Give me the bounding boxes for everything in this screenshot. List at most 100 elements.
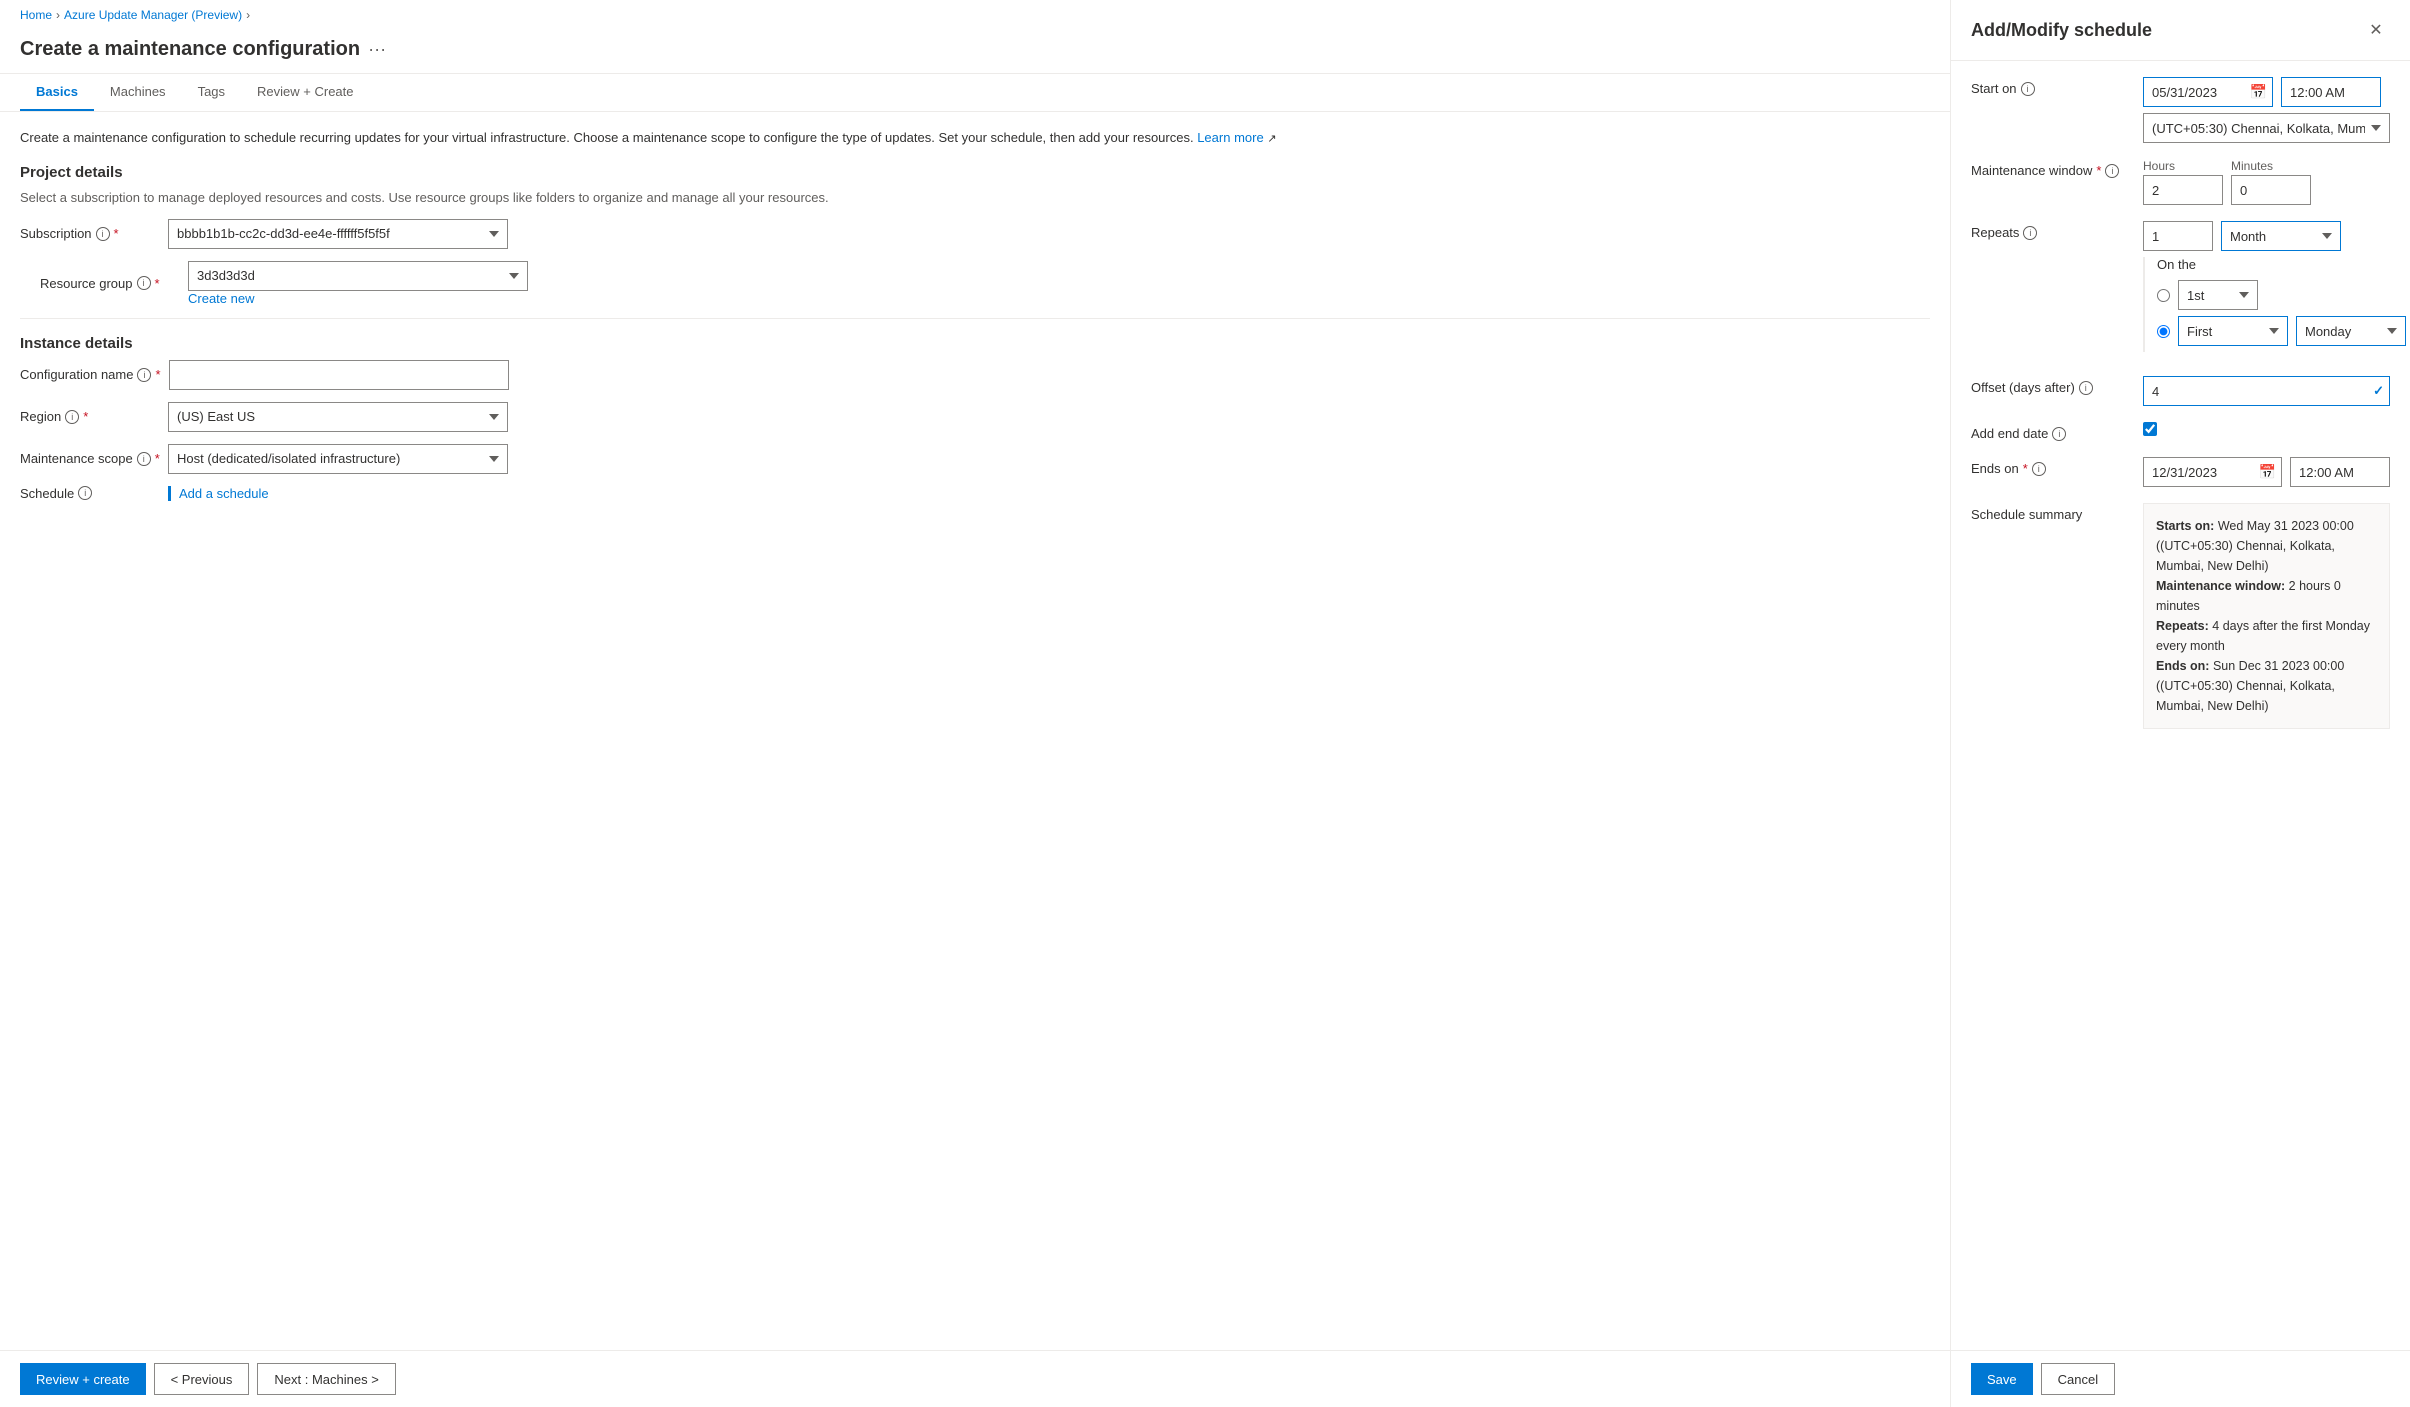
page-menu-icon[interactable]: ··· — [368, 39, 386, 60]
on-the-date-radio[interactable] — [2157, 289, 2170, 302]
breadcrumb-sep1: › — [56, 8, 60, 22]
on-the-label: On the — [2157, 257, 2406, 272]
region-label: Region i * — [20, 409, 160, 424]
start-on-controls: 📅 (UTC+05:30) Chennai, Kolkata, Mumbai, … — [2143, 77, 2390, 143]
calendar-icon[interactable]: 📅 — [2250, 84, 2267, 101]
form-area: Create a maintenance configuration to sc… — [0, 112, 1950, 1350]
schedule-label: Schedule i — [20, 486, 160, 501]
summary-repeats-label: Repeats: — [2156, 619, 2209, 633]
ends-on-required: * — [2023, 461, 2028, 476]
hours-input[interactable] — [2143, 175, 2223, 205]
maintenance-window-label: Maintenance window * i — [1971, 159, 2131, 178]
tab-machines[interactable]: Machines — [94, 74, 182, 111]
on-the-date-radio-row: 1st 2nd 3rd Last — [2157, 280, 2406, 310]
offset-input[interactable] — [2143, 376, 2390, 406]
resource-group-info-icon[interactable]: i — [137, 276, 151, 290]
maintenance-scope-required: * — [155, 451, 160, 466]
region-info-icon[interactable]: i — [65, 410, 79, 424]
hours-label: Hours — [2143, 159, 2223, 173]
maintenance-scope-select[interactable]: Host (dedicated/isolated infrastructure) — [168, 444, 508, 474]
offset-controls: ✓ — [2143, 376, 2390, 406]
external-link-icon: ↗ — [1267, 133, 1276, 145]
config-name-row: Configuration name i * — [20, 360, 1930, 390]
maintenance-scope-info-icon[interactable]: i — [137, 452, 151, 466]
previous-button[interactable]: < Previous — [154, 1363, 250, 1395]
subscription-control: bbbb1b1b-cc2c-dd3d-ee4e-ffffff5f5f5f — [168, 219, 508, 249]
subscription-select[interactable]: bbbb1b1b-cc2c-dd3d-ee4e-ffffff5f5f5f — [168, 219, 508, 249]
on-the-day-radio-row: First Second Third Fourth Last Monday Tu… — [2157, 316, 2406, 346]
subscription-row: Subscription i * bbbb1b1b-cc2c-dd3d-ee4e… — [20, 219, 1930, 249]
breadcrumb-home[interactable]: Home — [20, 8, 52, 22]
maintenance-scope-row: Maintenance scope i * Host (dedicated/is… — [20, 444, 1930, 474]
add-end-date-checkbox[interactable] — [2143, 422, 2157, 436]
ends-on-info-icon[interactable]: i — [2032, 462, 2046, 476]
review-create-button[interactable]: Review + create — [20, 1363, 146, 1395]
schedule-summary-block: Starts on: Wed May 31 2023 00:00 ((UTC+0… — [2143, 503, 2390, 729]
config-name-info-icon[interactable]: i — [137, 368, 151, 382]
add-end-date-checkbox-row — [2143, 422, 2390, 436]
mw-required: * — [2096, 163, 2101, 178]
minutes-input[interactable] — [2231, 175, 2311, 205]
add-end-date-label: Add end date i — [1971, 422, 2131, 441]
maintenance-scope-control: Host (dedicated/isolated infrastructure) — [168, 444, 508, 474]
save-button[interactable]: Save — [1971, 1363, 2033, 1395]
offset-input-wrap: ✓ — [2143, 376, 2390, 406]
resource-group-select[interactable]: 3d3d3d3d — [188, 261, 528, 291]
description-text: Create a maintenance configuration to sc… — [20, 130, 1194, 145]
minutes-group: Minutes — [2231, 159, 2311, 205]
start-on-label: Start on i — [1971, 77, 2131, 96]
breadcrumb-azure[interactable]: Azure Update Manager (Preview) — [64, 8, 242, 22]
maintenance-scope-label: Maintenance scope i * — [20, 451, 160, 466]
subscription-required: * — [114, 226, 119, 241]
resource-group-label: Resource group i * — [40, 276, 180, 291]
tab-basics[interactable]: Basics — [20, 74, 94, 111]
project-details-title: Project details — [20, 164, 1930, 181]
subscription-info-icon[interactable]: i — [96, 227, 110, 241]
offset-info-icon[interactable]: i — [2079, 381, 2093, 395]
learn-more-link[interactable]: Learn more — [1197, 130, 1263, 145]
region-required: * — [83, 409, 88, 424]
add-end-date-info-icon[interactable]: i — [2052, 427, 2066, 441]
repeats-unit-select[interactable]: Month — [2221, 221, 2341, 251]
tab-review-create[interactable]: Review + Create — [241, 74, 369, 111]
subscription-label: Subscription i * — [20, 226, 160, 241]
instance-details-title: Instance details — [20, 335, 1930, 352]
repeats-input-row: Month — [2143, 221, 2406, 251]
on-the-date-select[interactable]: 1st 2nd 3rd Last — [2178, 280, 2258, 310]
on-the-day-first-select[interactable]: First Second Third Fourth Last — [2178, 316, 2288, 346]
region-row: Region i * (US) East US — [20, 402, 1930, 432]
create-new-link[interactable]: Create new — [188, 291, 254, 306]
on-the-day-select[interactable]: Monday Tuesday Wednesday Thursday Friday… — [2296, 316, 2406, 346]
repeats-label: Repeats i — [1971, 221, 2131, 240]
repeats-number-input[interactable] — [2143, 221, 2213, 251]
maintenance-window-controls: Hours Minutes — [2143, 159, 2390, 205]
config-name-input[interactable] — [169, 360, 509, 390]
on-the-day-radio[interactable] — [2157, 325, 2170, 338]
end-time-input[interactable] — [2290, 457, 2390, 487]
repeats-info-icon[interactable]: i — [2023, 226, 2037, 240]
schedule-summary-label: Schedule summary — [1971, 503, 2131, 522]
close-panel-button[interactable]: ✕ — [2362, 16, 2390, 44]
summary-ends: Ends on: Sun Dec 31 2023 00:00 ((UTC+05:… — [2156, 656, 2377, 716]
side-panel: Add/Modify schedule ✕ Start on i 📅 (UTC+… — [1950, 0, 2410, 1407]
timezone-select[interactable]: (UTC+05:30) Chennai, Kolkata, Mumbai, N.… — [2143, 113, 2390, 143]
cancel-button[interactable]: Cancel — [2041, 1363, 2115, 1395]
on-the-section: On the 1st 2nd 3rd Last — [2143, 257, 2406, 352]
resource-group-row: Resource group i * 3d3d3d3d Create new — [20, 261, 1930, 306]
next-machines-button[interactable]: Next : Machines > — [257, 1363, 395, 1395]
add-schedule-link[interactable]: Add a schedule — [168, 486, 508, 501]
minutes-label: Minutes — [2231, 159, 2311, 173]
start-time-input[interactable] — [2281, 77, 2381, 107]
offset-label: Offset (days after) i — [1971, 376, 2131, 395]
mw-info-icon[interactable]: i — [2105, 164, 2119, 178]
add-end-date-controls — [2143, 422, 2390, 436]
schedule-summary-controls: Starts on: Wed May 31 2023 00:00 ((UTC+0… — [2143, 503, 2390, 729]
region-select[interactable]: (US) East US — [168, 402, 508, 432]
start-on-info-icon[interactable]: i — [2021, 82, 2035, 96]
summary-window: Maintenance window: 2 hours 0 minutes — [2156, 576, 2377, 616]
end-calendar-icon[interactable]: 📅 — [2259, 464, 2276, 481]
tab-tags[interactable]: Tags — [182, 74, 241, 111]
schedule-info-icon[interactable]: i — [78, 486, 92, 500]
repeats-controls: Month On the 1st 2nd 3rd Last — [2143, 221, 2406, 360]
offset-row: Offset (days after) i ✓ — [1971, 376, 2390, 406]
